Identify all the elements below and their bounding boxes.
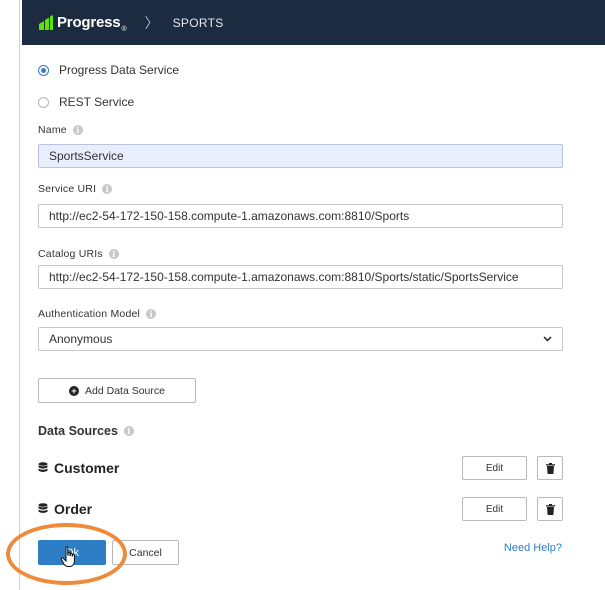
- progress-logo-icon: [39, 14, 53, 30]
- info-icon[interactable]: i: [102, 184, 113, 194]
- logo-text: Progress: [57, 14, 121, 31]
- auth-model-label-text: Authentication Model: [38, 308, 141, 320]
- catalog-uris-label-text: Catalog URIs: [38, 248, 103, 260]
- name-input[interactable]: SportsService: [38, 144, 563, 168]
- info-icon[interactable]: i: [108, 249, 119, 259]
- chevron-down-icon: [543, 336, 552, 342]
- radio-rest-service[interactable]: REST Service: [38, 95, 134, 109]
- breadcrumb-separator: 〉: [144, 15, 159, 32]
- radio-progress-data-service[interactable]: Progress Data Service: [38, 63, 179, 77]
- radio-button-unchecked[interactable]: [38, 96, 49, 108]
- name-label: Name i: [38, 124, 83, 136]
- service-uri-input[interactable]: http://ec2-54-172-150-158.compute-1.amaz…: [38, 204, 563, 228]
- edit-button[interactable]: Edit: [462, 456, 527, 480]
- database-icon: [38, 462, 48, 472]
- data-source-row-customer: Customer Edit: [38, 456, 563, 480]
- data-source-name: Customer: [54, 460, 120, 476]
- radio-button-checked[interactable]: [38, 64, 49, 76]
- name-label-text: Name: [38, 124, 67, 136]
- auth-model-select[interactable]: Anonymous: [38, 327, 563, 351]
- info-icon[interactable]: i: [123, 426, 134, 436]
- auth-model-selected-value: Anonymous: [49, 332, 113, 346]
- progress-logo[interactable]: Progress ®: [38, 12, 127, 33]
- add-data-source-label: Add Data Source: [85, 384, 165, 397]
- info-icon[interactable]: i: [146, 309, 157, 319]
- app-header: Progress ® 〉 SPORTS: [22, 0, 605, 45]
- hand-pointer-icon: [60, 546, 75, 567]
- auth-model-label: Authentication Model i: [38, 308, 157, 320]
- logo-trademark: ®: [121, 26, 127, 33]
- breadcrumb-sports[interactable]: SPORTS: [173, 16, 224, 30]
- need-help-link[interactable]: Need Help?: [504, 542, 562, 554]
- edit-button[interactable]: Edit: [462, 497, 527, 521]
- add-data-source-button[interactable]: + Add Data Source: [38, 378, 196, 403]
- catalog-uris-input[interactable]: http://ec2-54-172-150-158.compute-1.amaz…: [38, 265, 563, 289]
- radio-label-rest-service: REST Service: [59, 95, 135, 109]
- left-border: [19, 0, 20, 590]
- radio-label-progress-data-service: Progress Data Service: [59, 63, 180, 77]
- trash-icon: [545, 503, 555, 515]
- data-source-row-order: Order Edit: [38, 497, 563, 521]
- delete-button[interactable]: [537, 497, 563, 521]
- data-source-name: Order: [54, 501, 93, 517]
- data-sources-heading-text: Data Sources: [38, 424, 118, 438]
- data-sources-heading: Data Sources i: [38, 424, 134, 438]
- delete-button[interactable]: [537, 456, 563, 480]
- service-uri-label-text: Service URI: [38, 183, 97, 195]
- database-icon: [38, 503, 48, 513]
- info-icon[interactable]: i: [72, 125, 83, 135]
- trash-icon: [545, 462, 555, 474]
- service-uri-label: Service URI i: [38, 183, 113, 195]
- catalog-uris-label: Catalog URIs i: [38, 248, 119, 260]
- plus-circle-icon: +: [69, 385, 80, 396]
